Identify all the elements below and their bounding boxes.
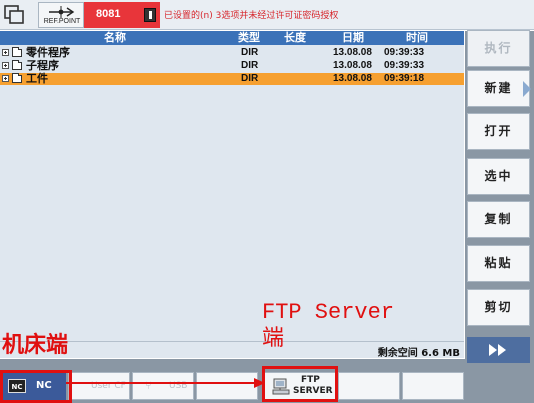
alarm-ack-icon[interactable] — [144, 8, 156, 22]
list-item[interactable]: 零件程序 DIR 13.08.08 09:39:33 — [0, 47, 464, 59]
new-button[interactable]: 新建 — [467, 70, 531, 107]
expand-icon[interactable] — [2, 49, 9, 56]
item-time: 09:39:33 — [384, 47, 425, 58]
item-name: 工件 — [26, 72, 48, 85]
paste-button[interactable]: 粘贴 — [467, 245, 530, 282]
item-date: 13.08.08 — [333, 47, 372, 58]
item-name: 子程序 — [26, 59, 59, 72]
empty-softkey[interactable] — [338, 372, 400, 400]
new-button-label: 新建 — [484, 81, 513, 95]
cut-button[interactable]: 剪切 — [467, 289, 530, 326]
item-name: 零件程序 — [26, 46, 70, 59]
execute-button[interactable]: 执行 — [467, 30, 530, 67]
list-item-selected[interactable]: 工件 DIR 13.08.08 09:39:18 — [0, 73, 464, 85]
folder-icon — [12, 60, 22, 70]
free-space-bar: 剩余空间 6.6 MB — [0, 341, 464, 359]
alarm-indicator[interactable]: 8081 — [84, 2, 160, 28]
file-list: 名称 类型 长度 日期 时间 零件程序 DIR 13.08.08 09:39:3… — [0, 31, 464, 341]
alarm-message: 已设置的(n) 3选项并未经过许可证密码授权 — [164, 11, 339, 21]
item-date: 13.08.08 — [333, 60, 372, 71]
annotation-arrow-icon — [66, 378, 265, 388]
submenu-arrow-icon — [523, 81, 531, 97]
open-button[interactable]: 打开 — [467, 113, 530, 150]
folder-icon — [12, 73, 22, 83]
item-time: 09:39:18 — [384, 73, 425, 84]
annotation-frame-nc — [0, 370, 72, 403]
column-date[interactable]: 日期 — [342, 31, 364, 45]
expand-icon[interactable] — [2, 75, 9, 82]
select-button[interactable]: 选中 — [467, 158, 530, 195]
file-list-header: 名称 类型 长度 日期 时间 — [0, 31, 464, 45]
status-bar: REF.POINT 8081 已设置的(n) 3选项并未经过许可证密码授权 — [0, 0, 534, 30]
annotation-machine-side: 机床端 — [2, 332, 69, 358]
ref-point-label: REF.POINT — [43, 18, 81, 25]
item-type: DIR — [241, 73, 259, 84]
item-type: DIR — [241, 60, 259, 71]
free-space-text: 剩余空间 6.6 MB — [377, 348, 460, 359]
item-type: DIR — [241, 47, 259, 58]
ref-point-icon — [49, 6, 75, 18]
annotation-ftp-server-suffix: 端 — [262, 326, 285, 351]
empty-softkey[interactable] — [402, 372, 464, 400]
expand-icon[interactable] — [2, 62, 9, 69]
window-switch-icon[interactable] — [4, 5, 26, 25]
alarm-number: 8081 — [96, 8, 121, 20]
forward-icon — [489, 344, 497, 356]
column-name[interactable]: 名称 — [104, 31, 126, 45]
column-type[interactable]: 类型 — [238, 31, 260, 45]
more-softkeys-button[interactable] — [467, 337, 530, 363]
list-item[interactable]: 子程序 DIR 13.08.08 09:39:33 — [0, 60, 464, 72]
item-time: 09:39:33 — [384, 60, 425, 71]
copy-button[interactable]: 复制 — [467, 201, 530, 238]
folder-icon — [12, 47, 22, 57]
annotation-frame-ftp — [262, 366, 338, 402]
column-time[interactable]: 时间 — [406, 31, 428, 45]
vertical-softkey-bar: 执行 新建 打开 选中 复制 粘贴 剪切 — [465, 30, 534, 403]
annotation-ftp-server: FTP Server — [262, 300, 395, 325]
forward-icon — [498, 344, 506, 356]
item-date: 13.08.08 — [333, 73, 372, 84]
column-length[interactable]: 长度 — [284, 31, 306, 45]
ref-point-indicator: REF.POINT — [38, 2, 84, 28]
